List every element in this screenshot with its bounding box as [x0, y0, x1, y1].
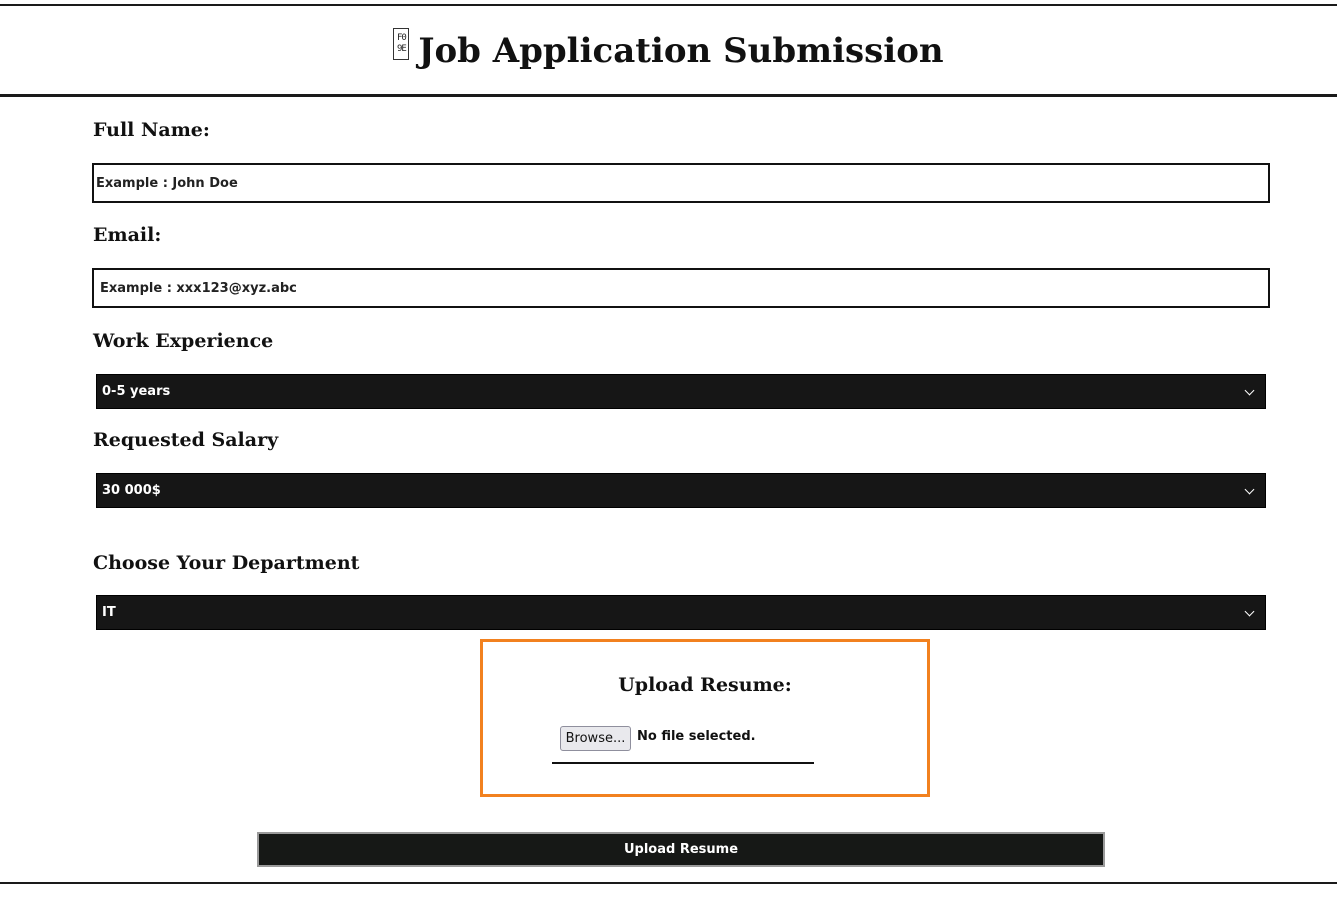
department-select[interactable]: IT	[96, 595, 1266, 630]
salary-label: Requested Salary	[93, 429, 279, 451]
browse-button[interactable]: Browse...	[560, 726, 631, 751]
chevron-down-icon	[1244, 484, 1255, 495]
email-input[interactable]: Example : xxx123@xyz.abc	[92, 268, 1270, 308]
header-divider	[0, 94, 1337, 97]
file-status-text: No file selected.	[637, 729, 756, 744]
page-header: F0 9E Job Application Submission	[0, 26, 1337, 76]
salary-select[interactable]: 30 000$	[96, 473, 1266, 508]
experience-selected-value: 0-5 years	[102, 384, 171, 399]
department-label: Choose Your Department	[93, 552, 360, 574]
full-name-input[interactable]: Example : John Doe	[92, 163, 1270, 203]
file-input-underline	[552, 762, 814, 764]
department-selected-value: IT	[102, 605, 116, 620]
upload-resume-button[interactable]: Upload Resume	[257, 832, 1105, 867]
page-title: Job Application Submission	[418, 31, 944, 71]
email-label: Email:	[93, 224, 162, 246]
resume-upload-panel: Upload Resume: Browse... No file selecte…	[480, 639, 930, 797]
full-name-placeholder: Example : John Doe	[96, 175, 238, 191]
top-divider	[0, 4, 1337, 6]
experience-select[interactable]: 0-5 years	[96, 374, 1266, 409]
footer-divider	[0, 882, 1337, 884]
full-name-label: Full Name:	[93, 119, 210, 141]
salary-selected-value: 30 000$	[102, 483, 161, 498]
chevron-down-icon	[1244, 385, 1255, 396]
email-placeholder: Example : xxx123@xyz.abc	[100, 280, 297, 296]
upload-resume-label: Upload Resume:	[618, 674, 792, 696]
experience-label: Work Experience	[93, 330, 274, 352]
chevron-down-icon	[1244, 606, 1255, 617]
missing-glyph-icon: F0 9E	[393, 28, 410, 60]
